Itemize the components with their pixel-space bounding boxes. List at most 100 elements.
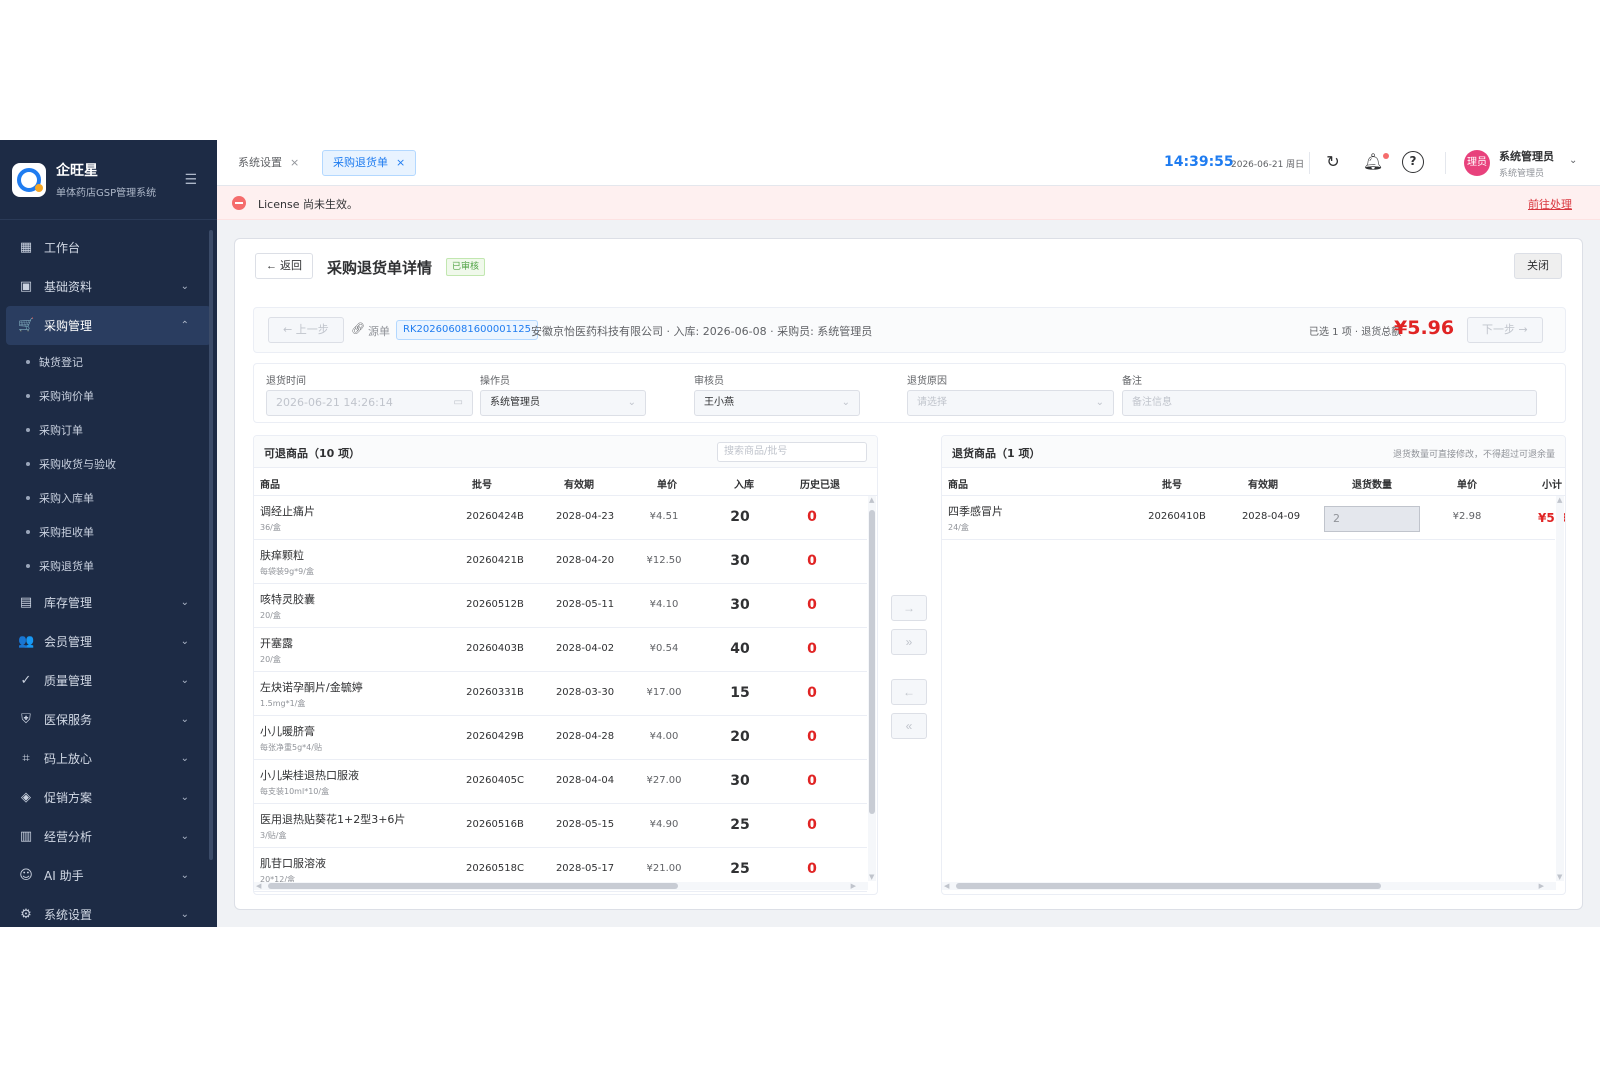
bell-icon[interactable]: 🔔︎: [1362, 151, 1384, 173]
sidebar-subitem-label: 采购退货单: [39, 560, 94, 573]
clock-time: 14:39:55: [1164, 154, 1234, 170]
sidebar-item[interactable]: ▣ 基础资料 ⌄: [0, 267, 217, 306]
remove-all-button[interactable]: «: [891, 713, 927, 739]
unit-price: ¥4.10: [649, 599, 679, 610]
user-name[interactable]: 系统管理员: [1499, 148, 1554, 164]
horizontal-scrollbar[interactable]: ◀ ▶: [254, 882, 868, 890]
source-order-number[interactable]: RK202606081600001125: [396, 320, 539, 340]
batch-number: 20260516B: [466, 819, 524, 830]
table-row[interactable]: 左炔诺孕酮片/金毓婷 1.5mg*1/盒 20260331B 2028-03-30 ¥1…: [254, 672, 867, 716]
return-time-field[interactable]: 2026-06-21 14:26:14 ▭: [266, 390, 473, 416]
sidebar-item[interactable]: ⛨ 医保服务 ⌄: [0, 700, 217, 739]
vertical-scrollbar[interactable]: ▲ ▼: [1556, 496, 1564, 881]
chevron-icon: ⌄: [180, 831, 189, 842]
sidebar-item[interactable]: ▦ 工作台: [0, 228, 217, 267]
help-icon[interactable]: ?: [1402, 151, 1424, 173]
product-spec: 3/贴/盒: [260, 831, 287, 840]
chevron-down-icon[interactable]: ⌄: [1569, 155, 1577, 166]
error-icon: [232, 196, 246, 210]
prev-step-button[interactable]: ← 上一步: [268, 317, 344, 343]
license-action-link[interactable]: 前往处理: [1528, 196, 1572, 212]
table-row[interactable]: 肤痒颗粒 每袋装9g*9/盒 20260421B 2028-04-20 ¥12.50 30…: [254, 540, 867, 584]
product-spec: 每张净重5g*4/贴: [260, 743, 322, 752]
sidebar-subitem[interactable]: 采购拒收单: [0, 515, 217, 549]
sidebar-item[interactable]: 🛒 采购管理 ⌃: [6, 306, 211, 345]
reviewer-select[interactable]: 王小燕 ⌄: [694, 390, 860, 416]
sidebar-subitem[interactable]: 采购退货单: [0, 549, 217, 583]
operator-value: 系统管理员: [490, 397, 540, 408]
close-button[interactable]: 关闭: [1514, 253, 1562, 279]
refresh-icon[interactable]: ↻: [1322, 151, 1344, 173]
add-all-button[interactable]: »: [891, 629, 927, 655]
operator-select[interactable]: 系统管理员 ⌄: [480, 390, 646, 416]
batch-number: 20260512B: [466, 599, 524, 610]
table-row[interactable]: 医用退热贴葵花1+2型3+6片 3/贴/盒 20260516B 2028-05-15 ¥…: [254, 804, 867, 848]
available-products-panel: 可退商品（10 项） 搜索商品/批号 商品 批号 有效期 单价 入库 历史已退 …: [253, 435, 878, 895]
notification-dot: [1383, 153, 1389, 159]
sidebar-subitem[interactable]: 采购订单: [0, 413, 217, 447]
remark-input[interactable]: 备注信息: [1122, 390, 1537, 416]
product-search-input[interactable]: 搜索商品/批号: [717, 442, 867, 462]
box-icon: ▤: [19, 595, 33, 610]
sidebar-item-label: 基础资料: [44, 280, 93, 294]
avatar[interactable]: 理员: [1464, 150, 1490, 176]
sidebar-item[interactable]: ▤ 库存管理 ⌄: [0, 583, 217, 622]
back-button[interactable]: ← 返回: [255, 253, 314, 279]
tab-system-settings[interactable]: 系统设置 ×: [227, 150, 310, 176]
table-row[interactable]: 小儿柴桂退热口服液 每支装10ml*10/盒 20260405C 2028-04-04…: [254, 760, 867, 804]
column-header: 商品: [260, 480, 280, 491]
table-row[interactable]: 咳特灵胶囊 20/盒 20260512B 2028-05-11 ¥4.10 30 0: [254, 584, 867, 628]
horizontal-scrollbar[interactable]: ◀ ▶: [942, 882, 1556, 890]
close-icon[interactable]: ×: [290, 156, 299, 169]
sidebar-item-label: 工作台: [44, 241, 81, 255]
bullet-icon: [26, 564, 30, 568]
table-row[interactable]: 四季感冒片24/盒20260410B2028-04-092¥2.98¥5.96: [942, 496, 1565, 540]
scrollbar-thumb[interactable]: [869, 510, 875, 814]
sidebar-item[interactable]: ▥ 经营分析 ⌄: [0, 817, 217, 856]
inbound-qty: 20: [730, 509, 750, 525]
returned-qty: 0: [807, 509, 817, 525]
reason-select[interactable]: 请选择 ⌄: [907, 390, 1114, 416]
sidebar-item[interactable]: ✓ 质量管理 ⌄: [0, 661, 217, 700]
panel-header: 可退商品（10 项） 搜索商品/批号: [254, 436, 877, 468]
sidebar-item[interactable]: ☺ AI 助手 ⌄: [0, 856, 217, 895]
brand-name: 企旺星: [56, 163, 98, 179]
sidebar-item[interactable]: ◈ 促销方案 ⌄: [0, 778, 217, 817]
sidebar-item[interactable]: 👥 会员管理 ⌄: [0, 622, 217, 661]
column-header: 小计: [1542, 480, 1562, 491]
sidebar-item[interactable]: ⚙ 系统设置 ⌄: [0, 895, 217, 927]
scrollbar-thumb[interactable]: [956, 883, 1381, 889]
chevron-icon: ⌄: [180, 636, 189, 647]
table-row[interactable]: 小儿暖脐膏 每张净重5g*4/贴 20260429B 2028-04-28 ¥4.00 2…: [254, 716, 867, 760]
add-selected-button[interactable]: →: [891, 595, 927, 621]
close-icon[interactable]: ×: [396, 156, 405, 169]
table-row[interactable]: 开塞露 20/盒 20260403B 2028-04-02 ¥0.54 40 0: [254, 628, 867, 672]
sidebar-scrollbar[interactable]: [209, 230, 213, 860]
source-info: 安徽京怡医药科技有限公司 · 入库: 2026-06-08 · 采购员: 系统管…: [531, 325, 873, 338]
chevron-down-icon: ⌄: [841, 397, 850, 408]
tab-purchase-return[interactable]: 采购退货单 ×: [322, 150, 417, 176]
product-spec: 1.5mg*1/盒: [260, 699, 306, 708]
product-name: 小儿暖脐膏: [260, 725, 315, 738]
expiry-date: 2028-04-04: [555, 775, 615, 786]
sidebar-item[interactable]: ⌗ 码上放心 ⌄: [0, 739, 217, 778]
table-row[interactable]: 调经止痛片 36/盒 20260424B 2028-04-23 ¥4.51 20 0: [254, 496, 867, 540]
sidebar-item-label: 码上放心: [44, 752, 93, 766]
remove-selected-button[interactable]: ←: [891, 679, 927, 705]
batch-number: 20260429B: [466, 731, 524, 742]
sidebar-subitem[interactable]: 采购收货与验收: [0, 447, 217, 481]
next-step-button[interactable]: 下一步 →: [1467, 317, 1543, 343]
collapse-sidebar-icon[interactable]: ☰: [184, 172, 197, 188]
sidebar-subitem[interactable]: 采购询价单: [0, 379, 217, 413]
cart-icon: 🛒: [18, 318, 35, 333]
sidebar-subitem[interactable]: 采购入库单: [0, 481, 217, 515]
vertical-scrollbar[interactable]: ▲ ▼: [868, 496, 876, 881]
product-spec: 24/盒: [948, 523, 969, 532]
return-qty-input[interactable]: 2: [1324, 506, 1420, 532]
column-header: 单价: [657, 480, 677, 491]
sidebar-subitem[interactable]: 缺货登记: [0, 345, 217, 379]
scrollbar-thumb[interactable]: [268, 883, 678, 889]
batch-number: 20260405C: [466, 775, 524, 786]
license-alert: License 尚未生效。 前往处理: [217, 186, 1600, 220]
sidebar-item-label: AI 助手: [44, 869, 84, 883]
